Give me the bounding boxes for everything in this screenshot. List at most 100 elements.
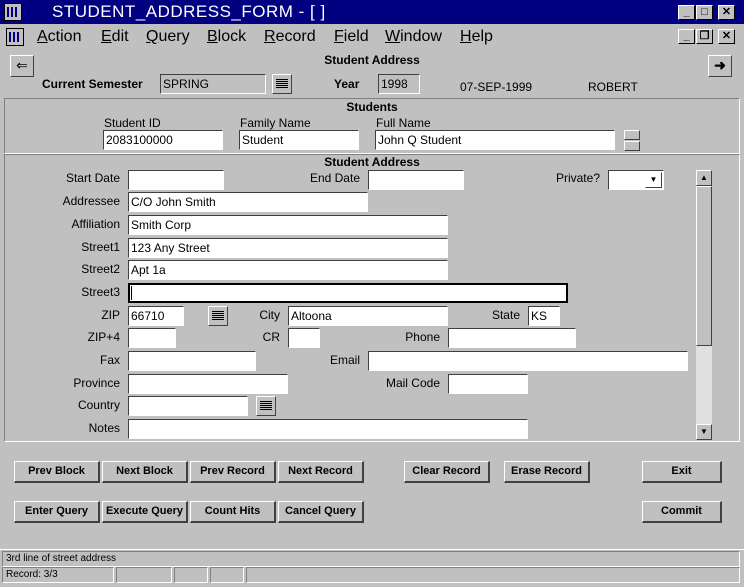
status-cell-5: [246, 567, 740, 583]
cr-label: CR: [262, 330, 280, 344]
commit-button[interactable]: Commit: [642, 501, 722, 523]
clear-record-button[interactable]: Clear Record: [404, 461, 490, 483]
start-date-field[interactable]: [128, 170, 224, 190]
street2-field[interactable]: Apt 1a: [128, 260, 448, 280]
menu-block[interactable]: Block: [207, 28, 246, 46]
zip-label: ZIP: [101, 308, 120, 322]
record-scroll-down-icon[interactable]: [624, 141, 640, 151]
mail-code-label: Mail Code: [385, 376, 440, 390]
enter-query-button[interactable]: Enter Query: [14, 501, 100, 523]
affiliation-field[interactable]: Smith Corp: [128, 215, 448, 235]
scroll-up-icon[interactable]: ▲: [696, 170, 712, 186]
fax-label: Fax: [99, 353, 120, 367]
semester-lov-button[interactable]: [272, 74, 292, 94]
prev-block-button[interactable]: Prev Block: [14, 461, 100, 483]
province-label: Province: [73, 376, 120, 390]
street1-field[interactable]: 123 Any Street: [128, 238, 448, 258]
form-title: Student Address: [324, 53, 420, 67]
zip4-field[interactable]: [128, 328, 176, 348]
oracle-forms-icon[interactable]: [4, 3, 22, 21]
addressee-field[interactable]: C/O John Smith: [128, 192, 368, 212]
menu-record[interactable]: Record: [264, 28, 316, 46]
phone-label: Phone: [405, 330, 440, 344]
current-semester-label: Current Semester: [42, 77, 143, 91]
cancel-query-button[interactable]: Cancel Query: [278, 501, 364, 523]
menu-action[interactable]: Action: [37, 28, 81, 46]
country-label: Country: [77, 398, 120, 412]
execute-query-button[interactable]: Execute Query: [102, 501, 188, 523]
full-name-field[interactable]: John Q Student: [375, 130, 615, 150]
street2-label: Street2: [81, 262, 120, 276]
fax-field[interactable]: [128, 351, 256, 371]
state-label: State: [491, 308, 520, 322]
status-record: Record: 3/3: [2, 567, 114, 583]
full-name-label: Full Name: [376, 116, 431, 130]
doc-restore-icon[interactable]: ❐: [696, 29, 713, 44]
private-label: Private?: [555, 171, 600, 185]
end-date-label: End Date: [309, 171, 360, 185]
zip4-label: ZIP+4: [87, 330, 120, 344]
zip-field[interactable]: 66710: [128, 306, 184, 326]
year-label: Year: [334, 77, 360, 91]
exit-button[interactable]: Exit: [642, 461, 722, 483]
students-title: Students: [346, 100, 398, 114]
cr-field[interactable]: [288, 328, 320, 348]
address-scrollbar[interactable]: ▲ ▼: [696, 170, 712, 440]
current-user: ROBERT: [588, 80, 638, 94]
status-cell-2: [116, 567, 172, 583]
country-lov-button[interactable]: [256, 396, 276, 416]
notes-field[interactable]: [128, 419, 528, 439]
email-field[interactable]: [368, 351, 688, 371]
maximize-icon[interactable]: □: [696, 5, 713, 20]
menu-window[interactable]: Window: [385, 28, 442, 46]
current-date: 07-SEP-1999: [460, 80, 533, 94]
phone-field[interactable]: [448, 328, 576, 348]
affiliation-label: Affiliation: [71, 217, 120, 231]
email-label: Email: [329, 353, 360, 367]
family-name-label: Family Name: [240, 116, 311, 130]
start-date-label: Start Date: [65, 171, 120, 185]
addressee-label: Addressee: [62, 194, 120, 208]
doc-minimize-icon[interactable]: _: [678, 29, 695, 44]
menu-edit[interactable]: Edit: [101, 28, 129, 46]
year-field[interactable]: 1998: [378, 74, 420, 94]
doc-close-icon[interactable]: ✕: [718, 29, 735, 44]
scroll-thumb[interactable]: [696, 186, 712, 346]
scroll-down-icon[interactable]: ▼: [696, 424, 712, 440]
next-block-button[interactable]: Next Block: [102, 461, 188, 483]
count-hits-button[interactable]: Count Hits: [190, 501, 276, 523]
mail-code-field[interactable]: [448, 374, 528, 394]
text-cursor: [131, 286, 132, 300]
record-scroll-up-icon[interactable]: [624, 130, 640, 140]
notes-label: Notes: [88, 421, 120, 435]
menu-query[interactable]: Query: [146, 28, 190, 46]
close-icon[interactable]: ✕: [718, 5, 735, 20]
status-hint: 3rd line of street address: [2, 551, 740, 567]
state-field[interactable]: KS: [528, 306, 560, 326]
menu-help[interactable]: Help: [460, 28, 493, 46]
province-field[interactable]: [128, 374, 288, 394]
prev-record-button[interactable]: Prev Record: [190, 461, 276, 483]
end-date-field[interactable]: [368, 170, 464, 190]
country-field[interactable]: [128, 396, 248, 416]
window-title: STUDENT_ADDRESS_FORM - [ ]: [52, 2, 326, 21]
street1-label: Street1: [81, 240, 120, 254]
street3-field[interactable]: [128, 283, 568, 303]
city-field[interactable]: Altoona: [288, 306, 448, 326]
erase-record-button[interactable]: Erase Record: [504, 461, 590, 483]
street3-label: Street3: [81, 285, 120, 299]
family-name-field[interactable]: Student: [239, 130, 359, 150]
current-semester-field[interactable]: SPRING: [160, 74, 266, 94]
status-cell-4: [210, 567, 244, 583]
title-bar[interactable]: STUDENT_ADDRESS_FORM - [ ] _ □ ✕: [0, 0, 744, 24]
zip-lov-button[interactable]: [208, 306, 228, 326]
address-title: Student Address: [324, 155, 420, 169]
city-label: City: [259, 308, 280, 322]
menu-field[interactable]: Field: [334, 28, 369, 46]
document-icon[interactable]: [6, 28, 24, 46]
next-record-button[interactable]: Next Record: [278, 461, 364, 483]
chevron-down-icon[interactable]: ▼: [645, 172, 662, 188]
student-id-label: Student ID: [104, 116, 161, 130]
student-id-field[interactable]: 2083100000: [103, 130, 223, 150]
minimize-icon[interactable]: _: [678, 5, 695, 20]
